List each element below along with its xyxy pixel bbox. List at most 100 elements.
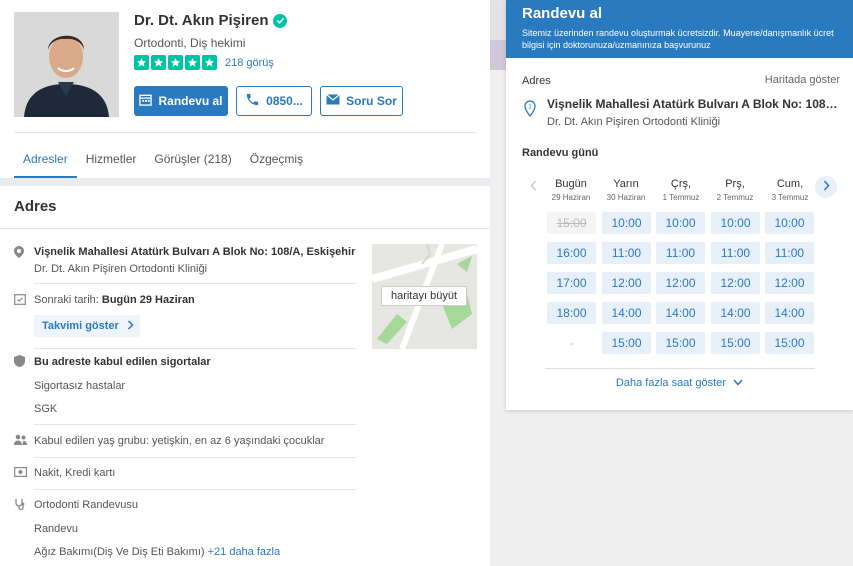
address-card: Adres Vişnelik Mahallesi Atatürk Bulvarı…: [0, 186, 490, 566]
day-column-header: Yarın 30 Haziran: [601, 178, 651, 202]
show-calendar-button[interactable]: Takvimi göster: [34, 315, 140, 337]
insurance-title-text: Bu adreste kabul edilen sigortalar: [34, 356, 211, 368]
day-column-header: Cum, 3 Temmuz: [765, 178, 815, 202]
services-more-link[interactable]: +21 daha fazla: [208, 546, 280, 558]
show-on-map-link[interactable]: Haritada göster: [765, 74, 840, 86]
day-name: Prş,: [725, 178, 745, 190]
day-date: 2 Temmuz: [716, 193, 754, 202]
star-icon: [134, 55, 149, 70]
day-name: Yarın: [613, 178, 639, 190]
doctor-name[interactable]: Dr. Dt. Akın Pişiren: [134, 12, 288, 29]
star-icon: [185, 55, 200, 70]
enlarge-map-button[interactable]: haritayı büyüt: [381, 286, 467, 306]
show-more-hours-button[interactable]: Daha fazla saat göster: [506, 377, 853, 389]
tab-hizmetler[interactable]: Hizmetler: [77, 140, 146, 178]
star-icon: [202, 55, 217, 70]
rating-count-link[interactable]: 218 görüş: [225, 57, 274, 69]
time-slot[interactable]: 10:00: [656, 212, 705, 234]
svg-text:1: 1: [528, 105, 532, 111]
next-days-button[interactable]: [815, 176, 837, 198]
day-date: 29 Haziran: [551, 193, 591, 202]
day-name: Çrş,: [670, 178, 692, 190]
phone-button-label: 0850...: [266, 94, 303, 108]
appointment-day-label: Randevu günü: [522, 147, 599, 159]
profile-card: Dr. Dt. Akın Pişiren Ortodonti, Diş heki…: [0, 0, 490, 178]
time-slot[interactable]: 10:00: [602, 212, 651, 234]
doctor-name-text[interactable]: Dr. Dt. Akın Pişiren: [134, 12, 268, 29]
chevron-right-icon: [127, 319, 134, 333]
time-slot-empty: -: [569, 336, 574, 350]
day-date: 3 Temmuz: [771, 193, 809, 202]
separator: [34, 424, 356, 425]
day-column-header: Bugün 29 Haziran: [546, 178, 596, 202]
booking-address-line[interactable]: Vişnelik Mahallesi Atatürk Bulvarı A Blo…: [547, 97, 840, 111]
divider: [0, 228, 490, 229]
verified-icon: [273, 13, 288, 28]
time-slot[interactable]: 10:00: [711, 212, 760, 234]
time-slot[interactable]: 15:00: [602, 332, 651, 354]
left-column: Dr. Dt. Akın Pişiren Ortodonti, Diş heki…: [0, 0, 490, 566]
tab-ozgecmis[interactable]: Özgeçmiş: [241, 140, 312, 178]
time-slot[interactable]: 10:00: [765, 212, 814, 234]
next-date: Sonraki tarih: Bugün 29 Haziran: [34, 294, 195, 306]
day-column-header: Çrş, 1 Temmuz: [656, 178, 706, 202]
rating[interactable]: 218 görüş: [134, 55, 274, 70]
day-date: 1 Temmuz: [662, 193, 700, 202]
calendar-icon: [139, 93, 153, 109]
booking-header: Randevu al Sitemiz üzerinden randevu olu…: [506, 0, 853, 58]
time-slot[interactable]: 12:00: [602, 272, 651, 294]
next-date-label: Sonraki tarih:: [34, 294, 99, 306]
envelope-icon: [326, 94, 341, 108]
cash-icon: [14, 466, 28, 478]
time-slot[interactable]: 12:00: [711, 272, 760, 294]
time-slot[interactable]: 14:00: [656, 302, 705, 324]
time-slot[interactable]: 17:00: [547, 272, 596, 294]
time-slot[interactable]: 11:00: [765, 242, 814, 264]
payment-methods: Nakit, Kredi kartı: [34, 467, 116, 479]
ask-question-button[interactable]: Soru Sor: [320, 86, 403, 116]
chevron-down-icon: [729, 377, 743, 389]
time-slot[interactable]: 14:00: [711, 302, 760, 324]
time-slot[interactable]: 12:00: [765, 272, 814, 294]
time-slot[interactable]: 14:00: [602, 302, 651, 324]
divider: [14, 132, 476, 133]
star-icon: [151, 55, 166, 70]
insurance-item: SGK: [34, 403, 58, 415]
booking-clinic: Dr. Dt. Akın Pişiren Ortodonti Kliniği: [547, 116, 721, 128]
booking-address-label: Adres: [522, 75, 551, 87]
slots-divider: [545, 368, 815, 369]
service-item-last: Ağız Bakımı(Diş Ve Diş Eti Bakımı) +21 d…: [34, 546, 280, 558]
star-icon: [168, 55, 183, 70]
time-slot[interactable]: 16:00: [547, 242, 596, 264]
chevron-right-icon: [823, 180, 830, 194]
time-slot[interactable]: 14:00: [765, 302, 814, 324]
profile-tabs: Adresler Hizmetler Görüşler (218) Özgeçm…: [14, 140, 312, 178]
chevron-left-icon: [529, 180, 537, 194]
separator: [34, 283, 356, 284]
time-slot[interactable]: 15:00: [656, 332, 705, 354]
tab-gorusler[interactable]: Görüşler (218): [145, 140, 240, 178]
booking-title: Randevu al: [522, 5, 603, 22]
tab-adresler[interactable]: Adresler: [14, 140, 77, 178]
age-group: Kabul edilen yaş grubu: yetişkin, en az …: [34, 435, 325, 447]
time-slot[interactable]: 12:00: [656, 272, 705, 294]
service-item: Randevu: [34, 523, 79, 535]
time-slot[interactable]: 15:00: [765, 332, 814, 354]
doctor-specialty[interactable]: Ortodonti, Diş hekimi: [134, 36, 245, 50]
phone-button[interactable]: 0850...: [236, 86, 312, 116]
calendar-check-icon: [14, 293, 26, 305]
time-slot[interactable]: 11:00: [602, 242, 651, 264]
service-item: Ağız Bakımı(Diş Ve Diş Eti Bakımı): [34, 546, 205, 558]
day-column-header: Prş, 2 Temmuz: [710, 178, 760, 202]
separator: [34, 489, 356, 490]
time-slot[interactable]: 11:00: [656, 242, 705, 264]
address-section-title: Adres: [14, 198, 57, 215]
separator: [34, 348, 356, 349]
address-street: Vişnelik Mahallesi Atatürk Bulvarı A Blo…: [34, 246, 356, 258]
prev-days-button[interactable]: [522, 176, 544, 198]
appointment-button[interactable]: Randevu al: [134, 86, 228, 116]
time-slot[interactable]: 15:00: [711, 332, 760, 354]
time-slot[interactable]: 18:00: [547, 302, 596, 324]
time-slot[interactable]: 11:00: [711, 242, 760, 264]
day-name: Cum,: [776, 178, 804, 190]
